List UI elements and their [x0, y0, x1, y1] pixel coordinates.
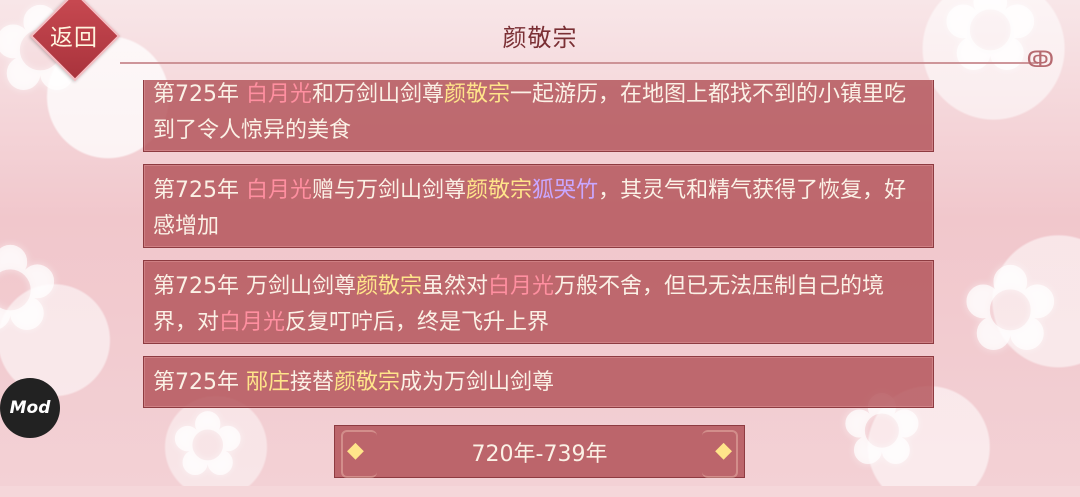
- year-range-label: 720年-739年: [471, 441, 608, 467]
- highlighted-name: 狐哭竹: [532, 178, 599, 203]
- highlighted-name: 颜敬宗: [466, 178, 533, 203]
- mod-button-label: Mod: [9, 398, 51, 418]
- highlighted-name: 颜敬宗: [444, 82, 511, 107]
- left-diamond-icon[interactable]: ◆: [347, 438, 364, 463]
- blossom-decoration: ✿: [960, 240, 1061, 379]
- event-text: 成为万剑山剑尊: [400, 370, 555, 395]
- event-text: 和万剑山剑尊: [312, 82, 445, 107]
- blossom-decoration: ✿: [0, 220, 61, 359]
- blossom-decoration: ✿: [170, 392, 246, 497]
- event-entry: 第725年 邴庄接替颜敬宗成为万剑山剑尊: [143, 356, 934, 408]
- highlighted-name: 白月光: [488, 274, 555, 299]
- highlighted-name: 邴庄: [246, 370, 291, 395]
- event-log-list[interactable]: 第725年 白月光和万剑山剑尊颜敬宗一起游历，在地图上都找不到的小镇里吃到了令人…: [143, 80, 936, 408]
- back-button-label: 返回: [50, 25, 98, 51]
- event-text: 第725年 万剑山剑尊: [153, 274, 356, 299]
- header-divider: [120, 62, 1038, 64]
- event-text: 第725年: [153, 370, 246, 395]
- right-diamond-icon[interactable]: ◆: [715, 438, 732, 463]
- event-entry: 第725年 白月光赠与万剑山剑尊颜敬宗狐哭竹，其灵气和精气获得了恢复，好感增加: [143, 164, 934, 248]
- highlighted-name: 白月光: [246, 178, 313, 203]
- event-text: 第725年: [153, 82, 246, 107]
- event-text: 第725年: [153, 178, 246, 203]
- event-text: 反复叮咛后，终是飞升上界: [285, 310, 550, 335]
- mod-button[interactable]: Mod: [0, 378, 60, 438]
- highlighted-name: 白月光: [219, 310, 286, 335]
- highlighted-name: 颜敬宗: [356, 274, 423, 299]
- highlighted-name: 颜敬宗: [334, 370, 401, 395]
- event-text: 接替: [290, 370, 335, 395]
- event-text: 虽然对: [422, 274, 489, 299]
- event-text: 赠与万剑山剑尊: [312, 178, 467, 203]
- year-range-pager: ◆ 720年-739年 ◆: [334, 425, 745, 478]
- event-entry: 第725年 白月光和万剑山剑尊颜敬宗一起游历，在地图上都找不到的小镇里吃到了令人…: [143, 80, 934, 152]
- header-bar: ↂ 颜敬宗 返回: [0, 0, 1080, 82]
- page-title: 颜敬宗: [502, 24, 578, 52]
- back-button[interactable]: 返回: [29, 0, 121, 82]
- event-entry: 第725年 万剑山剑尊颜敬宗虽然对白月光万般不舍，但已无法压制自己的境界，对白月…: [143, 260, 934, 344]
- highlighted-name: 白月光: [246, 82, 313, 107]
